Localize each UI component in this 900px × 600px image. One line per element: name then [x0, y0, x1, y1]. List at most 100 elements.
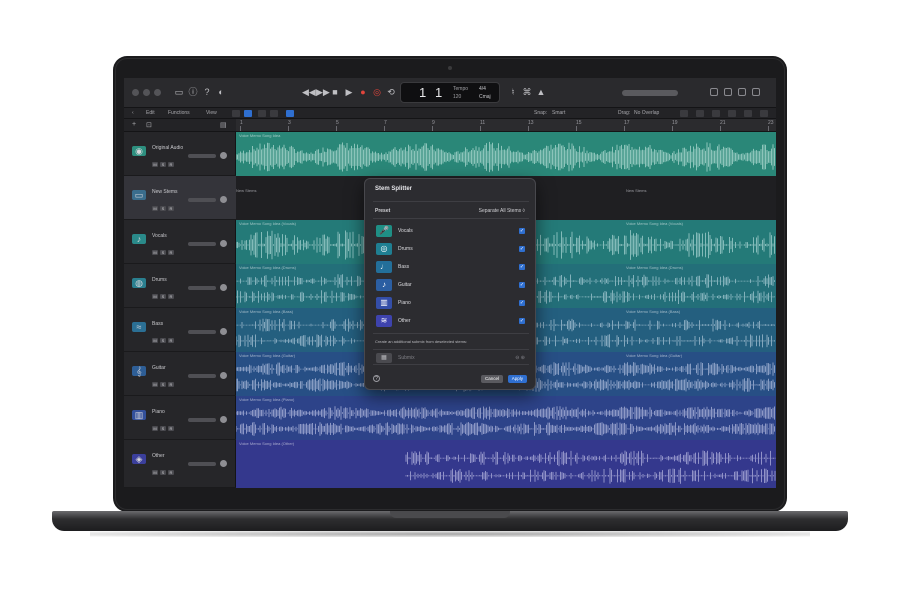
zoom-window-button[interactable] — [154, 89, 161, 96]
metronome-icon[interactable]: ▲ — [536, 87, 546, 97]
solo-button[interactable]: S — [160, 470, 166, 475]
catch-playhead-button[interactable] — [232, 110, 240, 117]
solo-button[interactable]: S — [160, 294, 166, 299]
mute-button[interactable]: M — [152, 294, 158, 299]
zoom-in-button[interactable] — [728, 110, 736, 117]
record-enable-button[interactable]: R — [168, 250, 174, 255]
global-tracks-icon[interactable]: ▤ — [220, 121, 227, 129]
stem-row-other[interactable]: ≋ Other ✓ — [373, 313, 529, 329]
minimize-window-button[interactable] — [143, 89, 150, 96]
record-enable-button[interactable]: R — [168, 206, 174, 211]
mute-button[interactable]: M — [152, 206, 158, 211]
mute-button[interactable]: M — [152, 250, 158, 255]
automation-button[interactable] — [286, 110, 294, 117]
mute-button[interactable]: M — [152, 426, 158, 431]
track-header-piano[interactable]: ▥ Piano M S R — [124, 396, 236, 440]
browser-icon[interactable] — [752, 88, 760, 96]
close-window-button[interactable] — [132, 89, 139, 96]
mute-button[interactable]: M — [152, 470, 158, 475]
track-header-bass[interactable]: ≈ Bass M S R — [124, 308, 236, 352]
track-volume-slider[interactable] — [188, 242, 216, 246]
track-pan-knob[interactable] — [220, 372, 227, 379]
list-editors-icon[interactable] — [710, 88, 718, 96]
help-icon[interactable]: ? — [202, 87, 212, 97]
mute-button[interactable]: M — [152, 382, 158, 387]
flex-button[interactable] — [244, 110, 252, 117]
track-pan-knob[interactable] — [220, 460, 227, 467]
fast-forward-icon[interactable]: ▶▶ — [316, 87, 330, 97]
stem-checkbox[interactable]: ✓ — [519, 228, 525, 234]
stem-row-guitar[interactable]: ♪ Guitar ✓ — [373, 277, 529, 293]
track-pan-knob[interactable] — [220, 152, 227, 159]
record-enable-button[interactable]: R — [168, 338, 174, 343]
preset-dropdown[interactable]: Separate All Stems ◊ — [479, 208, 525, 214]
help-button[interactable]: ? — [373, 375, 380, 382]
track-header-original-audio[interactable]: ◉ Original Audio M S R — [124, 132, 236, 176]
cycle-icon[interactable]: ⟲ — [386, 87, 396, 97]
loop-browser-icon[interactable] — [738, 88, 746, 96]
stem-row-bass[interactable]: ♩ Bass ✓ — [373, 259, 529, 275]
waveform-zoom-button[interactable] — [680, 110, 688, 117]
stem-row-vocals[interactable]: 🎤 Vocals ✓ — [373, 223, 529, 239]
track-volume-slider[interactable] — [188, 418, 216, 422]
solo-button[interactable]: S — [160, 162, 166, 167]
vertical-zoom-button[interactable] — [744, 110, 752, 117]
track-volume-slider[interactable] — [188, 462, 216, 466]
track-pan-knob[interactable] — [220, 284, 227, 291]
original-audio-region[interactable]: Voice Memo Song Idea — [236, 132, 776, 176]
record-enable-button[interactable]: R — [168, 470, 174, 475]
zoom-slider[interactable] — [712, 110, 720, 117]
back-arrow-icon[interactable]: ‹ — [132, 110, 134, 116]
record-enable-button[interactable]: R — [168, 162, 174, 167]
add-track-icon[interactable]: + — [132, 121, 136, 128]
track-volume-slider[interactable] — [188, 330, 216, 334]
track-pan-knob[interactable] — [220, 416, 227, 423]
stem-row-piano[interactable]: ▥ Piano ✓ — [373, 295, 529, 311]
master-volume-slider[interactable] — [622, 90, 678, 96]
edit-menu[interactable]: Edit — [146, 110, 155, 116]
pointer-tool-button[interactable] — [258, 110, 266, 117]
rewind-icon[interactable]: ◀◀ — [302, 87, 316, 97]
cancel-button[interactable]: Cancel — [480, 375, 503, 383]
notes-icon[interactable] — [724, 88, 732, 96]
track-volume-slider[interactable] — [188, 374, 216, 378]
apply-button[interactable]: Apply — [507, 375, 527, 383]
track-header-other[interactable]: ◈ Other M S R — [124, 440, 236, 488]
zoom-out-button[interactable] — [696, 110, 704, 117]
stem-row-drums[interactable]: ◎ Drums ✓ — [373, 241, 529, 257]
track-pan-knob[interactable] — [220, 240, 227, 247]
lcd-display[interactable]: 1 1 Tempo 120 4/4 Cmaj — [400, 82, 500, 103]
stem-checkbox[interactable]: ✓ — [519, 318, 525, 324]
timeline-ruler[interactable]: 1 3 5 7 9 11 13 15 17 19 21 23 — [236, 119, 776, 132]
piano-region[interactable]: Voice Memo Song Idea (Piano) — [236, 396, 776, 440]
info-icon[interactable]: ⓘ — [188, 87, 198, 97]
stem-checkbox[interactable]: ✓ — [519, 264, 525, 270]
track-volume-slider[interactable] — [188, 154, 216, 158]
solo-button[interactable]: S — [160, 250, 166, 255]
record-enable-button[interactable]: R — [168, 382, 174, 387]
view-menu[interactable]: View — [206, 110, 217, 116]
stem-checkbox[interactable]: ✓ — [519, 282, 525, 288]
stem-checkbox[interactable]: ✓ — [519, 246, 525, 252]
track-header-drums[interactable]: ◍ Drums M S R — [124, 264, 236, 308]
submix-controls-icon[interactable]: ⊖ ⊕ — [515, 355, 525, 361]
solo-button[interactable]: S — [160, 338, 166, 343]
pencil-tool-button[interactable] — [270, 110, 278, 117]
fit-button[interactable] — [760, 110, 768, 117]
play-icon[interactable]: ▶ — [344, 87, 354, 97]
solo-button[interactable]: S — [160, 206, 166, 211]
stem-checkbox[interactable]: ✓ — [519, 300, 525, 306]
functions-menu[interactable]: Functions — [168, 110, 190, 116]
count-in-icon[interactable]: ⌘ — [522, 87, 532, 97]
track-volume-slider[interactable] — [188, 198, 216, 202]
library-icon[interactable]: ▭ — [174, 87, 184, 97]
stop-icon[interactable]: ■ — [330, 87, 340, 97]
track-pan-knob[interactable] — [220, 196, 227, 203]
record-enable-button[interactable]: R — [168, 426, 174, 431]
smart-controls-icon[interactable]: ◐ — [216, 87, 226, 97]
mute-button[interactable]: M — [152, 162, 158, 167]
record-enable-button[interactable]: R — [168, 294, 174, 299]
snap-dropdown[interactable]: Smart — [552, 110, 565, 116]
track-header-vocals[interactable]: ♪ Vocals M S R — [124, 220, 236, 264]
track-header-guitar[interactable]: 𝄞 Guitar M S R — [124, 352, 236, 396]
